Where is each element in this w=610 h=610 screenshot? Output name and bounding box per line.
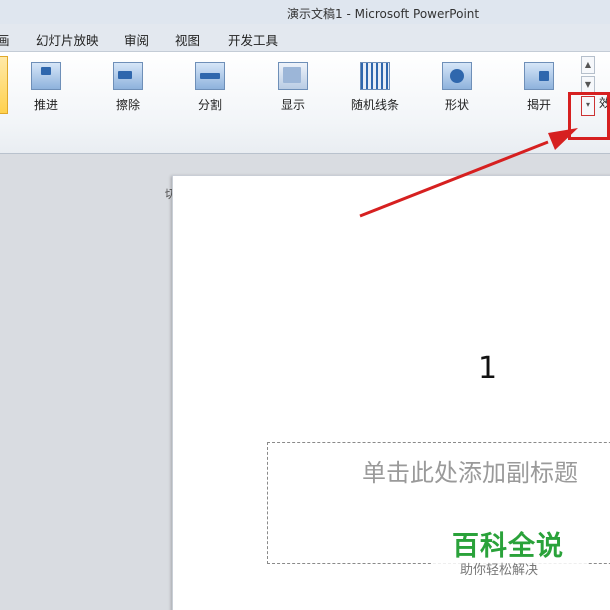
slide-title-text[interactable]: 1 [478, 351, 497, 386]
title-bar: 演示文稿1 - Microsoft PowerPoint [0, 0, 610, 24]
transition-label: 形状 [444, 98, 469, 112]
transition-reveal-button[interactable]: 显示 [265, 60, 321, 116]
transition-label: 随机线条 [350, 98, 399, 112]
watermark-title: 百科全说 [452, 531, 564, 562]
random-bars-transition-icon [360, 62, 390, 90]
tab-view[interactable]: 视图 [175, 30, 200, 49]
wipe-transition-icon [113, 62, 143, 90]
transition-uncover-button[interactable]: 揭开 [511, 60, 567, 116]
tab-slideshow[interactable]: 幻灯片放映 [36, 30, 99, 49]
transition-label: 擦除 [115, 98, 140, 112]
subtitle-placeholder-text: 单击此处添加副标题 [362, 459, 578, 487]
uncover-transition-icon [524, 62, 554, 90]
selected-transition-button[interactable] [0, 56, 8, 114]
transition-split-button[interactable]: 分割 [182, 60, 238, 116]
transition-label: 分割 [197, 98, 222, 112]
transition-label: 推进 [33, 98, 58, 112]
split-transition-icon [195, 62, 225, 90]
transition-label: 显示 [280, 98, 305, 112]
annotation-highlight-box [568, 92, 610, 140]
tab-review[interactable]: 审阅 [124, 30, 149, 49]
transition-random-bars-button[interactable]: 随机线条 [347, 60, 403, 116]
push-transition-icon [31, 62, 61, 90]
tab-developer[interactable]: 开发工具 [228, 30, 278, 49]
transition-shape-button[interactable]: 形状 [429, 60, 485, 116]
reveal-transition-icon [278, 62, 308, 90]
transition-label: 揭开 [526, 98, 551, 112]
watermark-subtitle: 助你轻松解决 [460, 563, 539, 578]
tab-draw[interactable]: 画 [0, 30, 10, 49]
transitions-ribbon: 推进 擦除 分割 显示 随机线条 形状 揭开 切换到此幻灯片 [0, 52, 610, 201]
transition-wipe-button[interactable]: 擦除 [100, 60, 156, 116]
shape-transition-icon [442, 62, 472, 90]
ribbon-tab-bar: 画 幻灯片放映 审阅 视图 开发工具 [0, 24, 610, 52]
gallery-scroll-up-button[interactable]: ▲ [581, 56, 595, 74]
transition-push-button[interactable]: 推进 [18, 60, 74, 116]
window-title: 演示文稿1 - Microsoft PowerPoint [287, 7, 480, 21]
